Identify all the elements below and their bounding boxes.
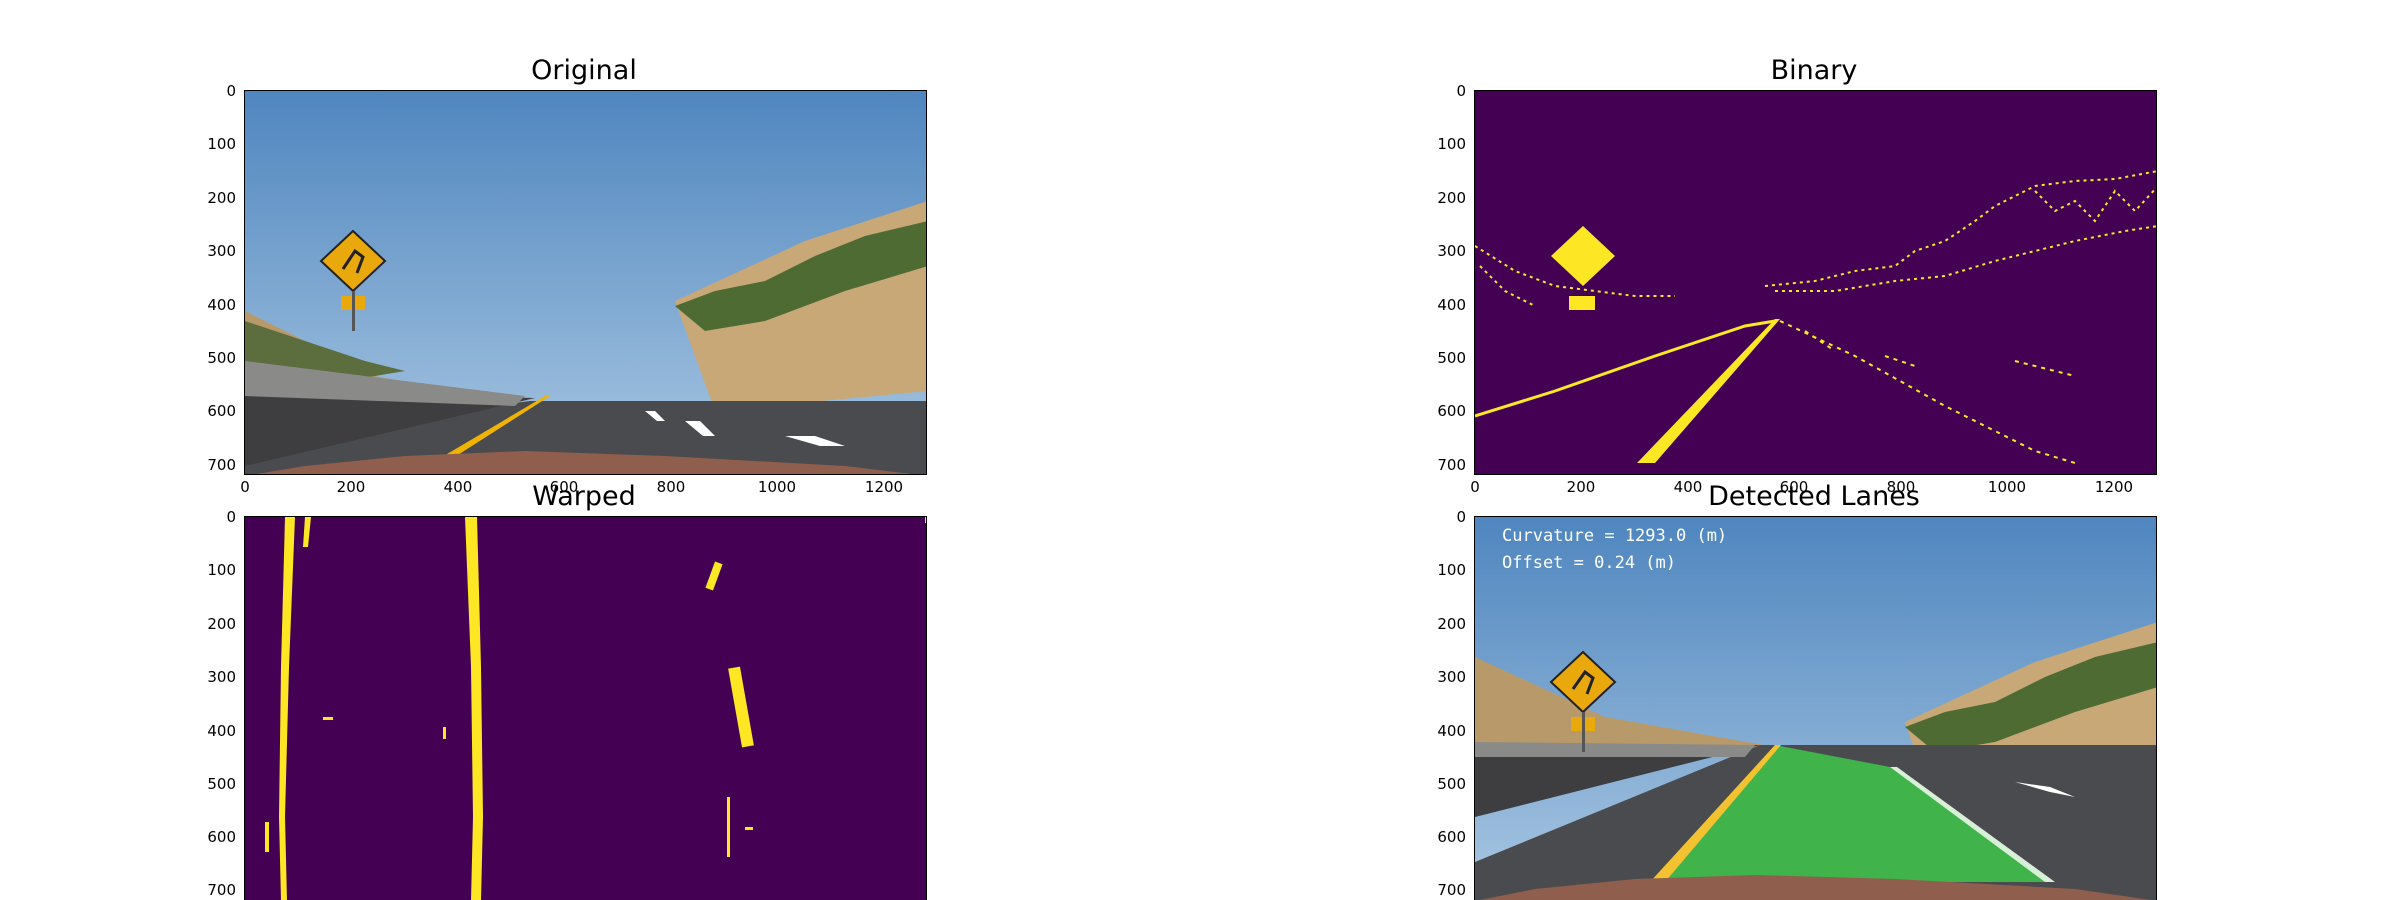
ytick-label: 100 bbox=[207, 135, 236, 153]
ytick-label: 200 bbox=[207, 615, 236, 633]
xtick-label: 400 bbox=[1673, 478, 1703, 496]
ytick-label: 0 bbox=[1456, 508, 1466, 526]
ytick-label: 300 bbox=[207, 242, 236, 260]
xtick-label: 800 bbox=[656, 478, 686, 496]
ytick-label: 200 bbox=[1437, 615, 1466, 633]
ytick-label: 400 bbox=[207, 722, 236, 740]
ytick-label: 700 bbox=[1437, 881, 1466, 899]
binary-mask bbox=[1475, 91, 2156, 474]
xtick-label: 1200 bbox=[864, 478, 904, 496]
ytick-label: 400 bbox=[1437, 296, 1466, 314]
xtick-label: 1000 bbox=[757, 478, 797, 496]
ytick-label: 700 bbox=[207, 456, 236, 474]
ytick-label: 300 bbox=[1437, 668, 1466, 686]
road-photo-original bbox=[245, 91, 926, 474]
ytick-label: 500 bbox=[207, 349, 236, 367]
xtick-label: 200 bbox=[336, 478, 366, 496]
ytick-label: 200 bbox=[1437, 189, 1466, 207]
warped-mask bbox=[245, 517, 926, 900]
ytick-label: 600 bbox=[207, 402, 236, 420]
ytick-label: 500 bbox=[1437, 349, 1466, 367]
panel-title-original: Original bbox=[531, 55, 637, 86]
ytick-label: 300 bbox=[207, 668, 236, 686]
panel-title-warped: Warped bbox=[532, 481, 636, 512]
ytick-label: 100 bbox=[207, 561, 236, 579]
ytick-label: 500 bbox=[1437, 775, 1466, 793]
ytick-label: 300 bbox=[1437, 242, 1466, 260]
ytick-label: 600 bbox=[1437, 828, 1466, 846]
road-photo-detected bbox=[1475, 517, 2156, 900]
ytick-label: 200 bbox=[207, 189, 236, 207]
image-warped bbox=[244, 516, 927, 900]
ytick-label: 700 bbox=[1437, 456, 1466, 474]
xtick-label: 1000 bbox=[1987, 478, 2027, 496]
ytick-label: 100 bbox=[1437, 135, 1466, 153]
xtick-label: 1200 bbox=[2094, 478, 2134, 496]
ytick-label: 600 bbox=[207, 828, 236, 846]
ytick-label: 700 bbox=[207, 881, 236, 899]
panel-title-detected-lanes: Detected Lanes bbox=[1708, 481, 1920, 512]
ytick-label: 0 bbox=[226, 82, 236, 100]
xtick-label: 0 bbox=[1470, 478, 1480, 496]
image-detected-lanes: Curvature = 1293.0 (m) Offset = 0.24 (m) bbox=[1474, 516, 2157, 900]
ytick-label: 100 bbox=[1437, 561, 1466, 579]
xtick-label: 200 bbox=[1566, 478, 1596, 496]
xtick-label: 400 bbox=[443, 478, 473, 496]
offset-readout: Offset = 0.24 (m) bbox=[1502, 553, 1676, 573]
image-binary bbox=[1474, 90, 2157, 475]
ytick-label: 400 bbox=[1437, 722, 1466, 740]
ytick-label: 500 bbox=[207, 775, 236, 793]
ytick-label: 0 bbox=[1456, 82, 1466, 100]
panel-title-binary: Binary bbox=[1770, 55, 1858, 86]
ytick-label: 600 bbox=[1437, 402, 1466, 420]
image-original bbox=[244, 90, 927, 475]
ytick-label: 0 bbox=[226, 508, 236, 526]
ytick-label: 400 bbox=[207, 296, 236, 314]
xtick-label: 0 bbox=[240, 478, 250, 496]
curvature-readout: Curvature = 1293.0 (m) bbox=[1502, 526, 1728, 546]
